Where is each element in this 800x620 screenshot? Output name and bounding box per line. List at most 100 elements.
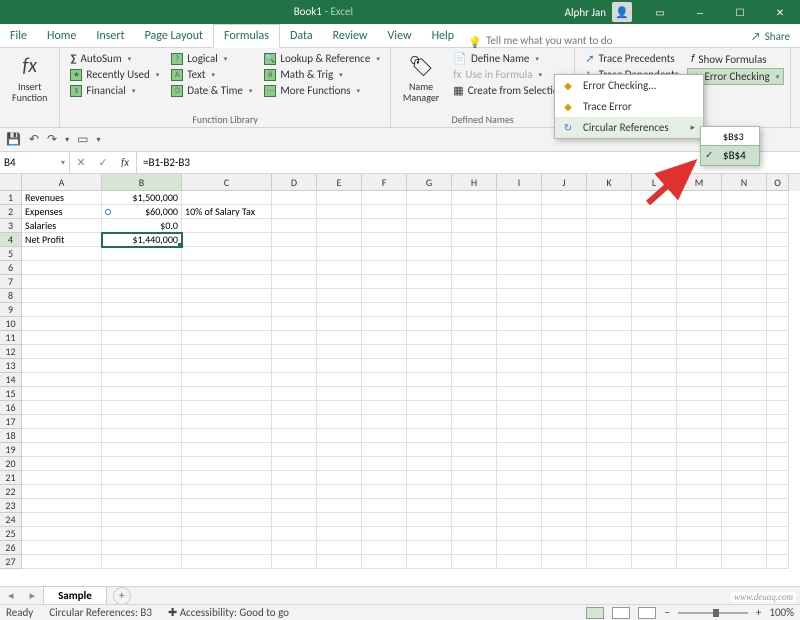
user-account[interactable]: Alphr Jan 👤 bbox=[557, 2, 640, 22]
cell[interactable] bbox=[272, 289, 317, 303]
row-header[interactable]: 3 bbox=[0, 219, 22, 233]
cell[interactable] bbox=[102, 247, 182, 261]
cell[interactable] bbox=[22, 275, 102, 289]
cell[interactable] bbox=[407, 191, 452, 205]
cell[interactable] bbox=[587, 345, 632, 359]
cell[interactable] bbox=[677, 387, 722, 401]
cell[interactable] bbox=[362, 275, 407, 289]
cell[interactable] bbox=[722, 205, 767, 219]
cell[interactable] bbox=[497, 191, 542, 205]
cell[interactable] bbox=[272, 401, 317, 415]
cell[interactable] bbox=[22, 555, 102, 569]
cell[interactable] bbox=[677, 345, 722, 359]
tab-formulas[interactable]: Formulas bbox=[213, 24, 280, 48]
cell[interactable] bbox=[317, 457, 362, 471]
cell[interactable] bbox=[497, 555, 542, 569]
cell[interactable] bbox=[542, 205, 587, 219]
cell[interactable] bbox=[452, 387, 497, 401]
cell[interactable] bbox=[452, 513, 497, 527]
create-from-selection-button[interactable]: ▦Create from Selection bbox=[449, 83, 568, 98]
cell[interactable] bbox=[407, 205, 452, 219]
cell[interactable] bbox=[677, 219, 722, 233]
cell[interactable] bbox=[452, 303, 497, 317]
menu-circular-references[interactable]: ↻Circular References▸ bbox=[555, 117, 703, 138]
cell[interactable] bbox=[677, 205, 722, 219]
cell[interactable] bbox=[677, 233, 722, 247]
tab-view[interactable]: View bbox=[378, 25, 422, 47]
cell[interactable] bbox=[22, 289, 102, 303]
row-header[interactable]: 15 bbox=[0, 387, 22, 401]
cell[interactable] bbox=[452, 541, 497, 555]
cell[interactable] bbox=[542, 247, 587, 261]
cell[interactable] bbox=[317, 205, 362, 219]
cell[interactable] bbox=[317, 191, 362, 205]
cell[interactable] bbox=[542, 373, 587, 387]
cell[interactable] bbox=[182, 261, 272, 275]
row-header[interactable]: 25 bbox=[0, 527, 22, 541]
ribbon-toggle-icon[interactable]: ▭ bbox=[640, 0, 680, 24]
tab-review[interactable]: Review bbox=[323, 25, 378, 47]
cell[interactable] bbox=[407, 485, 452, 499]
cell[interactable] bbox=[542, 359, 587, 373]
cell[interactable] bbox=[587, 205, 632, 219]
cell[interactable] bbox=[722, 471, 767, 485]
cell[interactable] bbox=[362, 401, 407, 415]
cell[interactable] bbox=[497, 513, 542, 527]
worksheet-grid[interactable]: A B C D E F G H I J K L M N O 1Revenues$… bbox=[0, 174, 800, 586]
cell[interactable] bbox=[722, 443, 767, 457]
cell[interactable] bbox=[452, 443, 497, 457]
cell[interactable] bbox=[677, 429, 722, 443]
cell[interactable] bbox=[407, 275, 452, 289]
cell[interactable] bbox=[317, 443, 362, 457]
cell[interactable] bbox=[722, 415, 767, 429]
cell[interactable] bbox=[722, 345, 767, 359]
zoom-level[interactable]: 100% bbox=[769, 606, 794, 619]
cell[interactable] bbox=[182, 345, 272, 359]
cell[interactable] bbox=[542, 303, 587, 317]
cell[interactable]: $1,440,000 bbox=[102, 233, 182, 247]
cell[interactable] bbox=[102, 261, 182, 275]
tab-home[interactable]: Home bbox=[37, 25, 86, 47]
cell[interactable] bbox=[767, 191, 789, 205]
cell[interactable] bbox=[722, 359, 767, 373]
cell[interactable] bbox=[22, 541, 102, 555]
cell[interactable] bbox=[767, 205, 789, 219]
cell[interactable] bbox=[497, 317, 542, 331]
cell[interactable] bbox=[542, 401, 587, 415]
touch-mode-icon[interactable]: ▭ bbox=[77, 132, 88, 147]
cell[interactable] bbox=[722, 541, 767, 555]
col-header[interactable]: N bbox=[722, 174, 767, 191]
cell[interactable] bbox=[407, 541, 452, 555]
cell[interactable] bbox=[587, 289, 632, 303]
cell[interactable] bbox=[272, 219, 317, 233]
cell[interactable] bbox=[452, 373, 497, 387]
cell[interactable] bbox=[102, 331, 182, 345]
cell[interactable] bbox=[722, 499, 767, 513]
cell[interactable] bbox=[632, 289, 677, 303]
cell[interactable] bbox=[407, 555, 452, 569]
col-header[interactable]: A bbox=[22, 174, 102, 191]
menu-trace-error[interactable]: ◆Trace Error bbox=[555, 96, 703, 117]
cell[interactable] bbox=[497, 471, 542, 485]
cell[interactable] bbox=[632, 247, 677, 261]
cell[interactable] bbox=[542, 275, 587, 289]
cell[interactable] bbox=[632, 331, 677, 345]
cell[interactable] bbox=[362, 527, 407, 541]
cell[interactable] bbox=[587, 429, 632, 443]
qat-more-icon[interactable]: ▾ bbox=[65, 135, 69, 145]
lookup-button[interactable]: 🔍Lookup & Reference▾ bbox=[260, 51, 383, 66]
row-header[interactable]: 16 bbox=[0, 401, 22, 415]
cell[interactable] bbox=[317, 317, 362, 331]
cell[interactable] bbox=[407, 233, 452, 247]
cell[interactable] bbox=[22, 401, 102, 415]
cell[interactable] bbox=[452, 401, 497, 415]
cell[interactable] bbox=[452, 289, 497, 303]
cell[interactable] bbox=[677, 275, 722, 289]
cell[interactable] bbox=[677, 303, 722, 317]
cell[interactable]: 10% of Salary Tax bbox=[182, 205, 272, 219]
cell[interactable] bbox=[22, 499, 102, 513]
cell[interactable] bbox=[22, 387, 102, 401]
cell[interactable] bbox=[102, 513, 182, 527]
cell[interactable] bbox=[407, 345, 452, 359]
view-page-break-button[interactable] bbox=[638, 607, 656, 619]
